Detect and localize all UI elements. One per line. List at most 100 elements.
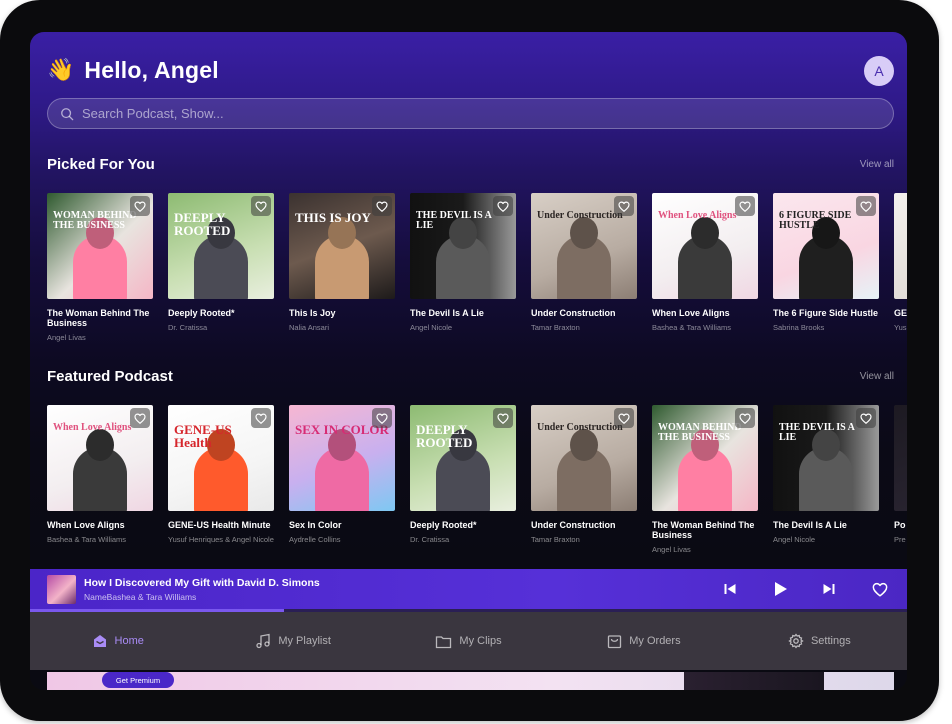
now-playing-artist: NameBashea & Tara Williams [84,592,197,602]
heart-icon [134,413,146,424]
cover-portrait [436,235,490,299]
podcast-cover[interactable]: When Love Aligns [47,405,153,511]
podcast-card[interactable]: Under Construction Under Construction Tama… [531,405,637,570]
podcast-card[interactable]: THIS IS JOY This Is Joy Nalia Ansari [289,193,395,358]
favorite-button[interactable] [493,408,513,428]
podcast-cover[interactable]: When Love Aligns [652,193,758,299]
greeting: 👋 Hello, Angel [47,54,219,86]
favorite-button[interactable] [614,408,634,428]
podcast-card[interactable]: DEEPLY ROOTED Deeply Rooted* Dr. Cratissa [410,405,516,570]
podcast-cover[interactable]: Under Construction [531,405,637,511]
podcast-host: Angel Nicole [410,323,453,332]
podcast-title[interactable]: Under Construction [531,520,637,530]
favorite-button[interactable] [735,408,755,428]
podcast-title[interactable]: This Is Joy [289,308,395,318]
heart-icon [872,582,888,597]
tab-home[interactable]: Home [30,633,205,649]
avatar[interactable]: A [864,56,894,86]
podcast-card[interactable]: 6 FIGURE SIDE HUSTLE The 6 Figure Side Hu… [773,193,879,358]
podcast-host: Aydrelle Collins [289,535,341,544]
heart-icon [618,413,630,424]
podcast-title[interactable]: The Woman Behind The Business [47,308,153,328]
favorite-button[interactable] [251,196,271,216]
podcast-title[interactable]: The Devil Is A Lie [410,308,516,318]
podcast-title[interactable]: The Woman Behind The Business [652,520,758,540]
podcast-title[interactable]: Under Construction [531,308,637,318]
search-input[interactable] [82,106,842,121]
podcast-card[interactable]: WOMAN BEHIND THE BUSINESS The Woman Behin… [652,405,758,570]
favorite-button[interactable] [614,196,634,216]
podcast-cover[interactable]: THE DEVIL IS A LIE [410,193,516,299]
like-button[interactable] [870,579,890,599]
now-playing-bar[interactable]: How I Discovered My Gift with David D. S… [30,569,907,609]
podcast-host: Dr. Cratissa [410,535,450,544]
podcast-cover[interactable]: DEEPLY ROOTED [168,193,274,299]
podcast-cover[interactable]: THE DEVIL IS A LIE [773,405,879,511]
favorite-button[interactable] [130,196,150,216]
podcast-card[interactable]: THE DEVIL IS A LIE The Devil Is A Lie Ange… [410,193,516,358]
podcast-title[interactable]: Deeply Rooted* [168,308,274,318]
podcast-title[interactable]: Po [894,520,907,530]
favorite-button[interactable] [372,196,392,216]
podcast-title[interactable]: The 6 Figure Side Hustle [773,308,879,318]
podcast-title[interactable]: Deeply Rooted* [410,520,516,530]
podcast-host: Tamar Braxton [531,535,580,544]
previous-track-button[interactable] [720,579,740,599]
tab-my-playlist[interactable]: My Playlist [205,633,380,649]
heart-icon [255,201,267,212]
podcast-cover[interactable]: Under Construction [531,193,637,299]
favorite-button[interactable] [493,196,513,216]
folder-icon [436,635,452,648]
cover-portrait [194,235,248,299]
podcast-card[interactable]: DEEPLY ROOTED Deeply Rooted* Dr. Cratissa [168,193,274,358]
podcast-card[interactable]: When Love Aligns When Love Aligns Bashea &… [652,193,758,358]
podcast-title[interactable]: GE [894,308,907,318]
favorite-button[interactable] [130,408,150,428]
podcast-title[interactable]: The Devil Is A Lie [773,520,879,530]
favorite-button[interactable] [856,408,876,428]
podcast-cover[interactable]: 6 FIGURE SIDE HUSTLE [773,193,879,299]
tab-my-orders[interactable]: My Orders [556,633,731,649]
podcast-cover[interactable]: SEX IN COLOR [289,405,395,511]
podcast-cover[interactable]: WOMAN BEHIND THE BUSINESS [47,193,153,299]
podcast-card[interactable]: GE Yus Nic [894,193,907,358]
heart-icon [860,413,872,424]
next-track-button[interactable] [819,579,839,599]
podcast-cover[interactable]: GENE-US Health [168,405,274,511]
tab-my-clips[interactable]: My Clips [381,634,556,649]
podcast-title[interactable]: When Love Aligns [652,308,758,318]
view-all-featured-link[interactable]: View all [860,371,894,382]
podcast-title[interactable]: GENE-US Health Minute [168,520,274,530]
view-all-picked-link[interactable]: View all [860,159,894,170]
podcast-cover[interactable]: THIS IS JOY [289,193,395,299]
tablet-frame: 👋 Hello, Angel A Picked For You View all… [0,0,939,721]
favorite-button[interactable] [251,408,271,428]
podcast-title[interactable]: When Love Aligns [47,520,153,530]
podcast-card[interactable]: THE DEVIL IS A LIE The Devil Is A Lie Ange… [773,405,879,570]
podcast-card[interactable]: GENE-US Health GENE-US Health Minute Yusuf… [168,405,274,570]
get-premium-button[interactable]: Get Premium [102,672,174,688]
podcast-host: Bashea & Tara Williams [47,535,127,544]
podcast-cover[interactable]: WOMAN BEHIND THE BUSINESS [652,405,758,511]
podcast-card[interactable]: Under Construction Under Construction Tama… [531,193,637,358]
podcast-cover[interactable] [894,405,907,511]
podcast-cover[interactable] [894,193,907,299]
play-button[interactable] [770,579,790,599]
search-bar[interactable] [47,98,894,129]
podcast-card[interactable]: Po Pre [894,405,907,570]
favorite-button[interactable] [856,196,876,216]
podcast-card[interactable]: SEX IN COLOR Sex In Color Aydrelle Collins [289,405,395,570]
heart-icon [376,413,388,424]
tab-my-playlist-label: My Playlist [278,635,331,647]
favorite-button[interactable] [372,408,392,428]
heart-icon [739,413,751,424]
podcast-host: Tamar Braxton [531,323,580,332]
podcast-card[interactable]: WOMAN BEHIND THE BUSINESS The Woman Behin… [47,193,153,358]
play-icon [774,582,787,596]
tab-settings[interactable]: Settings [732,633,907,649]
podcast-host: Yus Nic [894,323,907,332]
podcast-cover[interactable]: DEEPLY ROOTED [410,405,516,511]
podcast-card[interactable]: When Love Aligns When Love Aligns Bashea &… [47,405,153,570]
favorite-button[interactable] [735,196,755,216]
podcast-title[interactable]: Sex In Color [289,520,395,530]
